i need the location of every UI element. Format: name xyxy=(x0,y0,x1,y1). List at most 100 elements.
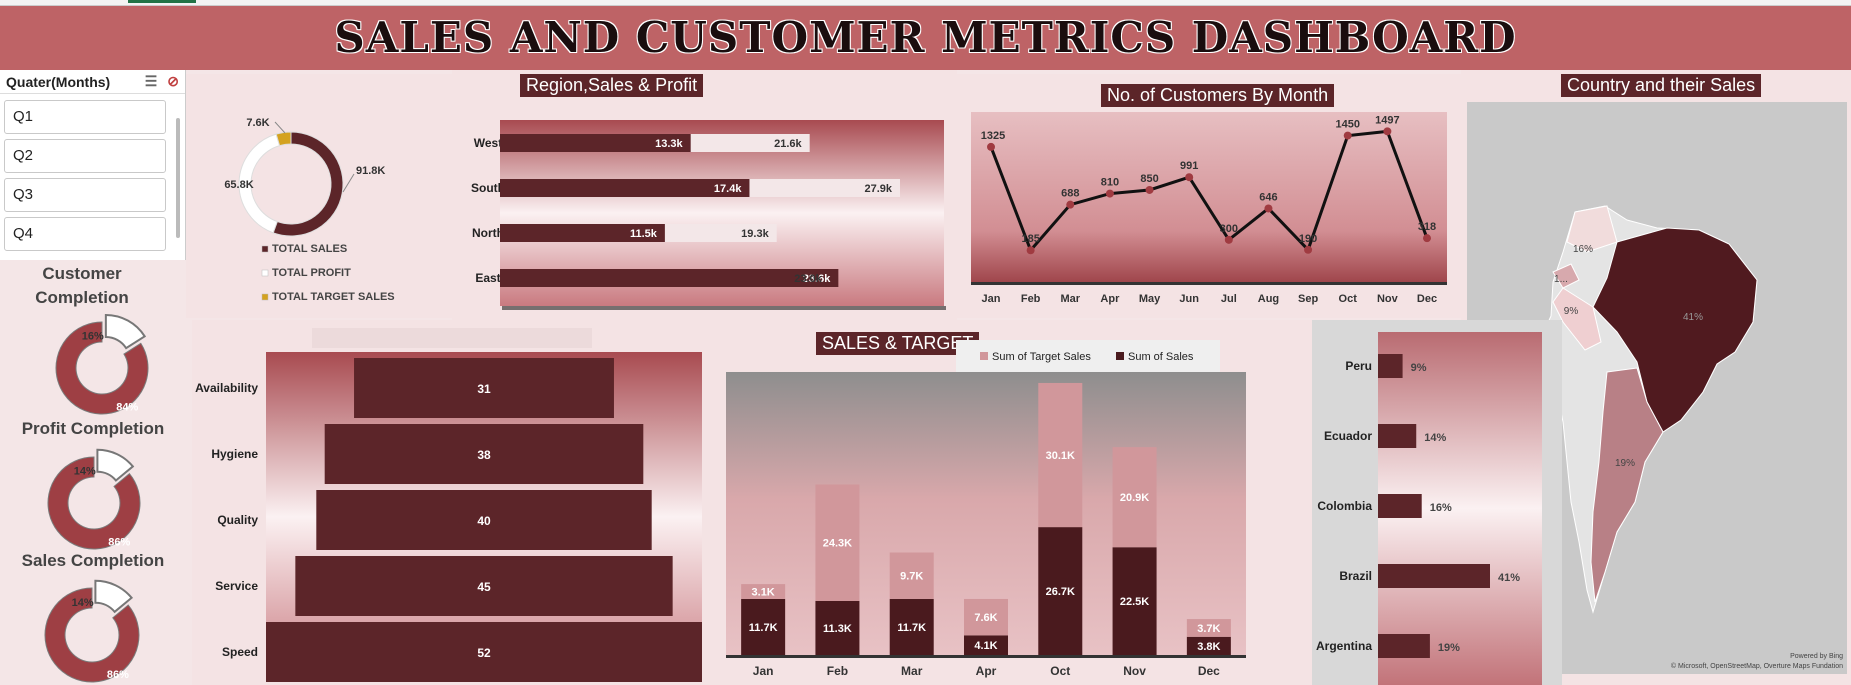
customers-point xyxy=(1383,127,1392,136)
legend-label: TOTAL SALES xyxy=(272,243,347,255)
sales-target-month-label: Mar xyxy=(901,664,923,678)
slicer-item-q4[interactable]: Q4 xyxy=(4,217,166,251)
customers-month-label: Apr xyxy=(1100,293,1120,305)
country-bar xyxy=(1378,634,1430,658)
satisfaction-bar-chart: Availability 31 Hygiene 38 Quality 40 Service 4… xyxy=(195,352,702,682)
region-sales-label: 27.9k xyxy=(864,183,892,195)
customers-point xyxy=(1026,246,1035,255)
target-bar-label: 7.6K xyxy=(974,612,997,624)
customer-completion-title: Customer Completion xyxy=(35,264,129,307)
country-bar-label: 19% xyxy=(1438,642,1460,654)
customers-point xyxy=(1185,173,1194,182)
dashboard-title-bar: SALES AND CUSTOMER METRICS DASHBOARD xyxy=(0,6,1851,70)
slicer-item-label: Q2 xyxy=(13,147,34,164)
satisfaction-axis-label: Hygiene xyxy=(211,447,258,461)
customers-point xyxy=(1145,185,1154,194)
donut-label-target: 7.6K xyxy=(246,117,269,129)
country-axis-label: Ecuador xyxy=(1324,429,1372,443)
satisfaction-value-label: 31 xyxy=(477,382,491,396)
completion-done-label: 84% xyxy=(116,401,138,413)
active-sheet-marker xyxy=(128,0,196,3)
country-bar-label: 9% xyxy=(1411,362,1427,374)
customers-point xyxy=(1423,234,1431,243)
region-profit-label: 13.3k xyxy=(655,138,683,150)
customers-month-label: Feb xyxy=(1021,293,1041,305)
slicer-item-q2[interactable]: Q2 xyxy=(4,139,166,173)
region-sales-label: 19.3k xyxy=(741,228,769,240)
dashboard-title: SALES AND CUSTOMER METRICS DASHBOARD xyxy=(334,13,1517,62)
completion-done-label: 86% xyxy=(108,536,130,548)
slicer-item-q1[interactable]: Q1 xyxy=(4,100,166,134)
target-bar-label: 20.9K xyxy=(1120,492,1149,504)
slicer-item-q3[interactable]: Q3 xyxy=(4,178,166,212)
multi-select-icon[interactable]: ☰ xyxy=(145,73,158,90)
region-axis-label: North xyxy=(472,226,504,240)
completion-remaining-arc xyxy=(104,313,147,350)
customers-point-label: 1325 xyxy=(981,130,1005,142)
sales-bar-label: 3.8K xyxy=(1197,641,1220,653)
region-profit-label: 17.4k xyxy=(714,183,742,195)
sales-completion-title: Sales Completion xyxy=(21,551,165,570)
customers-point-label: 185 xyxy=(1021,233,1039,245)
completion-remaining-label: 14% xyxy=(74,465,96,477)
sales-bar-label: 11.7K xyxy=(897,622,926,634)
sales-bar-label: 26.7K xyxy=(1046,586,1075,598)
sales-target-month-label: Jan xyxy=(753,664,774,678)
customers-point xyxy=(987,142,995,151)
profit-completion-title: Profit Completion xyxy=(21,419,165,438)
legend-swatch xyxy=(261,269,269,277)
region-profit-bar xyxy=(500,179,750,197)
country-axis-label: Brazil xyxy=(1339,569,1372,583)
country-bar-label: 41% xyxy=(1498,572,1520,584)
customers-plot-shadow xyxy=(971,282,1447,285)
satisfaction-value-label: 40 xyxy=(477,514,491,528)
sales-target-stacked-chart: Sum of Target Sales Sum of Sales 11.7K 3.1K… xyxy=(726,340,1246,678)
donut-label-profit: 65.8K xyxy=(224,179,253,191)
legend-swatch-target xyxy=(980,352,988,360)
customers-month-label: Jun xyxy=(1179,293,1199,305)
customers-plot-area xyxy=(971,112,1447,282)
map-credit-bing: Powered by Bing xyxy=(1790,653,1843,660)
region-chart-panel: Region,Sales & Profit West 13.3k 21.6k Sout… xyxy=(452,70,957,320)
customer-completion-gauge: 84% 16% xyxy=(55,313,149,415)
totals-donut-panel: 91.8K 65.8K 7.6K TOTAL SALES TOTAL PROFIT TOT… xyxy=(186,74,452,318)
sales-bar-label: 11.7K xyxy=(749,622,778,634)
legend-label: TOTAL PROFIT xyxy=(272,267,351,279)
customers-month-label: Dec xyxy=(1417,293,1437,305)
slicer-item-label: Q4 xyxy=(13,225,34,242)
completion-remaining-label: 16% xyxy=(82,330,104,342)
sales-target-panel: SALES & TARGET Sum of Target Sales Sum of… xyxy=(708,320,1312,685)
region-plot-shadow xyxy=(502,306,946,310)
country-bar-label: 16% xyxy=(1430,502,1452,514)
legend-label-sales: Sum of Sales xyxy=(1128,351,1194,363)
country-bar xyxy=(1378,494,1422,518)
region-axis-label: South xyxy=(471,181,505,195)
satisfaction-value-label: 45 xyxy=(477,580,491,594)
map-credit-osm: © Microsoft, OpenStreetMap, Overture Map… xyxy=(1670,663,1843,670)
customers-month-label: Mar xyxy=(1060,293,1080,305)
region-axis-label: East xyxy=(475,271,500,285)
customers-month-label: Oct xyxy=(1339,293,1358,305)
country-axis-label: Argentina xyxy=(1316,639,1372,653)
target-bar-label: 3.7K xyxy=(1197,623,1220,635)
satisfaction-axis-label: Service xyxy=(215,579,258,593)
customers-month-label: Jan xyxy=(982,293,1001,305)
region-sales-label: 23.0k xyxy=(794,273,822,285)
customers-point xyxy=(1105,189,1114,198)
target-bar-label: 9.7K xyxy=(900,571,923,583)
slicer-scrollbar[interactable] xyxy=(176,118,180,238)
region-profit-bar xyxy=(500,269,839,287)
clear-filter-icon[interactable]: ⊘ xyxy=(167,73,179,90)
map-title: Country and their Sales xyxy=(1561,74,1762,97)
sales-target-month-label: Oct xyxy=(1050,664,1070,678)
country-bar xyxy=(1378,424,1417,448)
country-bar-panel: Peru 9% Ecuador 14% Colombia 16% Brazil 41% Arge… xyxy=(1312,320,1562,685)
customers-point-label: 688 xyxy=(1061,188,1079,200)
map-label-ecuador: 1... xyxy=(1554,274,1568,285)
slicer-item-label: Q3 xyxy=(13,186,34,203)
customers-point-label: 318 xyxy=(1418,221,1436,233)
profit-completion-gauge: 86% 14% xyxy=(47,448,141,550)
legend-swatch xyxy=(261,293,269,301)
customers-month-label: May xyxy=(1139,293,1161,305)
target-bar-label: 3.1K xyxy=(752,587,775,599)
